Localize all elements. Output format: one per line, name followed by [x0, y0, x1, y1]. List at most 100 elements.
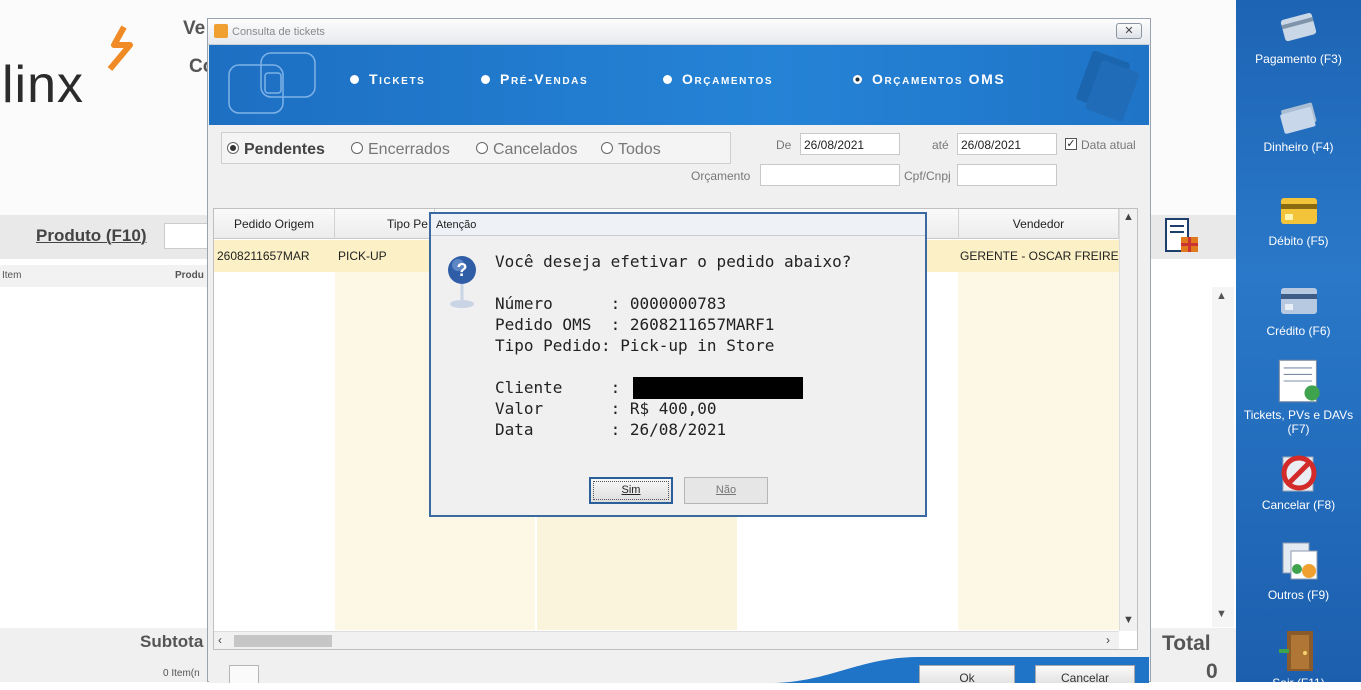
- header-fragment-1: Ve: [183, 18, 206, 39]
- status-filter-group: Pendentes Encerrados Cancelados Todos: [221, 132, 731, 164]
- radio-dot-icon: [350, 74, 359, 84]
- sidebar-item-pagamento[interactable]: Pagamento (F3): [1236, 10, 1361, 66]
- sidebar-item-debito[interactable]: Débito (F5): [1236, 192, 1361, 248]
- cell-vendedor: GERENTE - OSCAR FREIRE: [960, 249, 1119, 263]
- others-icon: [1282, 542, 1317, 580]
- confirm-dialog: Atenção ? Você deseja efetivar o pedido …: [429, 212, 927, 517]
- dialog-question: Você deseja efetivar o pedido abaixo?: [495, 252, 852, 271]
- tab-banner: Tickets Pré-Vendas Orçamentos Orçamentos…: [209, 45, 1149, 125]
- sidebar-label: Débito (F5): [1268, 234, 1329, 248]
- column-pedido-origem[interactable]: Pedido Origem: [214, 209, 335, 239]
- radio-label: Todos: [618, 141, 661, 158]
- radio-selected-icon: [227, 141, 239, 154]
- radio-icon: [601, 141, 613, 154]
- sidebar-label: Tickets, PVs e DAVs (F7): [1243, 408, 1354, 436]
- sidebar-label: Dinheiro (F4): [1263, 140, 1334, 154]
- tab-label: Pré-Vendas: [500, 71, 589, 87]
- sidebar-item-dinheiro[interactable]: Dinheiro (F4): [1236, 98, 1361, 154]
- documents-watermark-icon: [1076, 51, 1140, 122]
- items-scrollbar[interactable]: [1212, 287, 1234, 627]
- total-label: Total: [1162, 632, 1211, 655]
- tickets-icon: [1278, 359, 1320, 403]
- column-produto: Produ: [175, 270, 204, 281]
- card-reader-icon: [1280, 12, 1316, 42]
- grid-horizontal-scrollbar[interactable]: ‹ ›: [214, 631, 1119, 649]
- window-title: Consulta de tickets: [232, 26, 325, 38]
- cash-icon: [1279, 102, 1316, 134]
- dialog-line-valor: Valor : R$ 400,00: [495, 399, 717, 418]
- close-button[interactable]: ✕: [1116, 23, 1142, 39]
- linx-logo: linx: [2, 56, 85, 114]
- radio-label: Pendentes: [244, 141, 325, 158]
- orcamento-label: Orçamento: [691, 169, 751, 183]
- radio-dot-icon: [663, 74, 672, 84]
- gift-receipt-icon[interactable]: [1163, 217, 1201, 255]
- nao-button[interactable]: Não: [684, 477, 768, 504]
- radio-dot-icon: [481, 74, 490, 84]
- window-titlebar[interactable]: Consulta de tickets ✕: [208, 19, 1150, 45]
- tab-label: Orçamentos: [682, 71, 774, 87]
- column-item: Item: [2, 270, 22, 281]
- ate-label: até: [932, 138, 949, 152]
- sidebar-item-cancelar[interactable]: Cancelar (F8): [1236, 450, 1361, 512]
- de-label: De: [776, 138, 792, 152]
- scroll-left-icon[interactable]: ‹: [218, 633, 222, 647]
- items-count: 0 Item(n: [163, 668, 200, 679]
- data-atual-checkbox[interactable]: ✓: [1065, 138, 1077, 150]
- column-vendedor[interactable]: Vendedor: [958, 209, 1119, 239]
- scroll-up-icon[interactable]: ▲: [1123, 211, 1134, 223]
- radio-icon: [476, 141, 488, 154]
- sim-label: Sim: [593, 481, 669, 500]
- credit-card-icon: [1280, 288, 1317, 314]
- tab-tickets[interactable]: Tickets: [350, 71, 425, 87]
- data-atual-label: Data atual: [1081, 138, 1136, 152]
- sim-button[interactable]: Sim: [589, 477, 673, 504]
- radio-cancelados[interactable]: Cancelados: [476, 141, 578, 159]
- tab-orcamentos[interactable]: Orçamentos: [663, 71, 773, 87]
- scroll-right-icon[interactable]: ›: [1106, 633, 1110, 647]
- radio-encerrados[interactable]: Encerrados: [351, 141, 450, 159]
- footer-small-button[interactable]: [229, 665, 259, 683]
- tab-orcamentos-oms[interactable]: Orçamentos OMS: [853, 71, 1005, 87]
- svg-text:?: ?: [457, 260, 468, 280]
- sidebar-item-credito[interactable]: Crédito (F6): [1236, 282, 1361, 338]
- column-tipo-pedido[interactable]: Tipo Pe: [335, 209, 435, 239]
- dialog-line-tipo-pedido: Tipo Pedido: Pick-up in Store: [495, 336, 775, 355]
- tab-pre-vendas[interactable]: Pré-Vendas: [481, 71, 588, 87]
- scroll-thumb[interactable]: [234, 635, 332, 647]
- scroll-down-icon[interactable]: ▼: [1123, 614, 1134, 626]
- debit-card-icon: [1280, 198, 1317, 224]
- scroll-down-icon[interactable]: ▼: [1216, 608, 1227, 620]
- sidebar-item-tickets[interactable]: Tickets, PVs e DAVs (F7): [1236, 358, 1361, 436]
- orcamento-input[interactable]: [760, 164, 900, 186]
- ok-button[interactable]: Ok: [919, 665, 1015, 683]
- tab-label: Tickets: [369, 71, 426, 87]
- sidebar-label: Crédito (F6): [1266, 324, 1331, 338]
- total-value: 0: [1206, 660, 1218, 683]
- cpf-cnpj-input[interactable]: [957, 164, 1057, 186]
- radio-todos[interactable]: Todos: [601, 141, 661, 159]
- radio-dot-selected-icon: [853, 74, 862, 84]
- dialog-titlebar[interactable]: Atenção: [431, 214, 925, 236]
- ate-date-input[interactable]: 26/08/2021: [957, 133, 1057, 155]
- cell-pedido-origem: 2608211657MAR: [217, 249, 310, 263]
- sidebar-item-sair[interactable]: Sair (F11): [1236, 626, 1361, 690]
- scroll-up-icon[interactable]: ▲: [1216, 290, 1227, 302]
- produto-input[interactable]: [164, 223, 212, 249]
- question-icon: ?: [448, 256, 476, 308]
- sidebar-label: Cancelar (F8): [1261, 498, 1336, 512]
- app-icon: [214, 24, 228, 38]
- radio-icon: [351, 141, 363, 154]
- radio-pendentes[interactable]: Pendentes: [227, 141, 325, 159]
- cancel-button[interactable]: Cancelar: [1035, 665, 1135, 683]
- de-date-input[interactable]: 26/08/2021: [800, 133, 900, 155]
- banner-logo-icon: [228, 52, 316, 114]
- grid-vertical-scrollbar[interactable]: ▲ ▼: [1119, 209, 1137, 631]
- redacted-cliente: [633, 377, 803, 399]
- sidebar-label: Pagamento (F3): [1255, 52, 1342, 66]
- window-footer: Ok Cancelar: [209, 651, 1149, 683]
- sidebar-item-outros[interactable]: Outros (F9): [1236, 538, 1361, 602]
- dialog-line-cliente: Cliente :: [495, 378, 621, 397]
- radio-label: Cancelados: [493, 141, 578, 158]
- cpf-cnpj-label: Cpf/Cnpj: [904, 169, 951, 183]
